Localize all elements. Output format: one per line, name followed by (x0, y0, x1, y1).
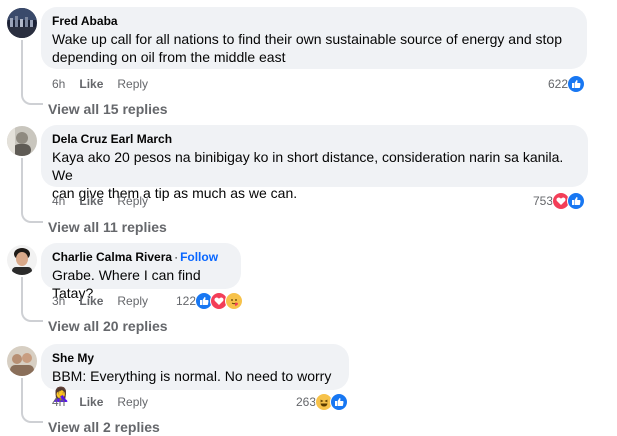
view-replies-link[interactable]: View all 2 replies (48, 418, 160, 436)
reaction-count: 122 (176, 294, 197, 308)
view-replies-link[interactable]: View all 11 replies (48, 218, 167, 236)
like-button[interactable]: Like (79, 395, 103, 409)
view-replies-link[interactable]: View all 15 replies (48, 100, 168, 118)
comment-time[interactable]: 4h (52, 194, 65, 208)
reply-button[interactable]: Reply (117, 395, 148, 409)
like-button[interactable]: Like (79, 194, 103, 208)
follow-button[interactable]: Follow (180, 250, 218, 264)
comment-bubble: Dela Cruz Earl March Kaya ako 20 pesos n… (41, 125, 588, 201)
reply-button[interactable]: Reply (117, 194, 148, 208)
comment-bubble: Fred Ababa Wake up call for all nations … (41, 7, 587, 69)
reply-button[interactable]: Reply (117, 294, 148, 308)
comment-time[interactable]: 3h (52, 294, 65, 308)
comment-bubble: She My BBM: Everything is normal. No nee… (41, 344, 349, 402)
thread-connector (21, 40, 43, 105)
thread-connector (21, 378, 43, 423)
thread-connector (21, 158, 43, 223)
reaction-summary[interactable]: 263 (296, 393, 349, 411)
comment-bubble: Charlie Calma Rivera · Follow Grabe. Where… (41, 243, 241, 301)
reaction-summary[interactable]: 122 (176, 292, 244, 310)
like-button[interactable]: Like (79, 77, 103, 91)
reaction-count: 622 (547, 77, 568, 91)
comment-text-line: Kaya ako 20 pesos na binibigay ko in sho… (52, 149, 564, 183)
reaction-summary[interactable]: 622 (548, 75, 585, 93)
comment-author[interactable]: Charlie Calma Rivera (52, 250, 172, 264)
thread-connector (21, 277, 43, 322)
like-icon (567, 192, 585, 210)
like-button[interactable]: Like (79, 294, 103, 308)
reaction-count: 753 (532, 194, 553, 208)
avatar[interactable] (7, 346, 37, 376)
avatar[interactable] (7, 245, 37, 275)
comment-author-row: Charlie Calma Rivera · Follow (52, 250, 230, 265)
comment-author[interactable]: Dela Cruz Earl March (52, 132, 577, 147)
comment-time[interactable]: 4h (52, 395, 65, 409)
comment-time[interactable]: 6h (52, 77, 65, 91)
avatar[interactable] (7, 8, 37, 38)
comment-text-line: Wake up call for all nations to find the… (52, 31, 562, 47)
comment-author[interactable]: Fred Ababa (52, 14, 576, 29)
avatar[interactable] (7, 126, 37, 156)
reaction-summary[interactable]: 753 (533, 192, 585, 210)
like-icon (567, 75, 585, 93)
comment-actions: 6h Like Reply (52, 77, 148, 91)
comment-author[interactable]: She My (52, 351, 338, 366)
comment-text: Wake up call for all nations to find the… (52, 30, 576, 66)
like-icon (330, 393, 349, 411)
care-icon (225, 292, 244, 310)
comment-text-line: depending on oil from the middle east (52, 49, 286, 65)
comment-actions: 4h Like Reply (52, 194, 148, 208)
view-replies-link[interactable]: View all 20 replies (48, 317, 168, 335)
comment-actions: 3h Like Reply (52, 294, 148, 308)
comment-actions: 4h Like Reply (52, 395, 148, 409)
reaction-count: 263 (296, 395, 317, 409)
separator-dot: · (174, 250, 179, 264)
reply-button[interactable]: Reply (117, 77, 148, 91)
